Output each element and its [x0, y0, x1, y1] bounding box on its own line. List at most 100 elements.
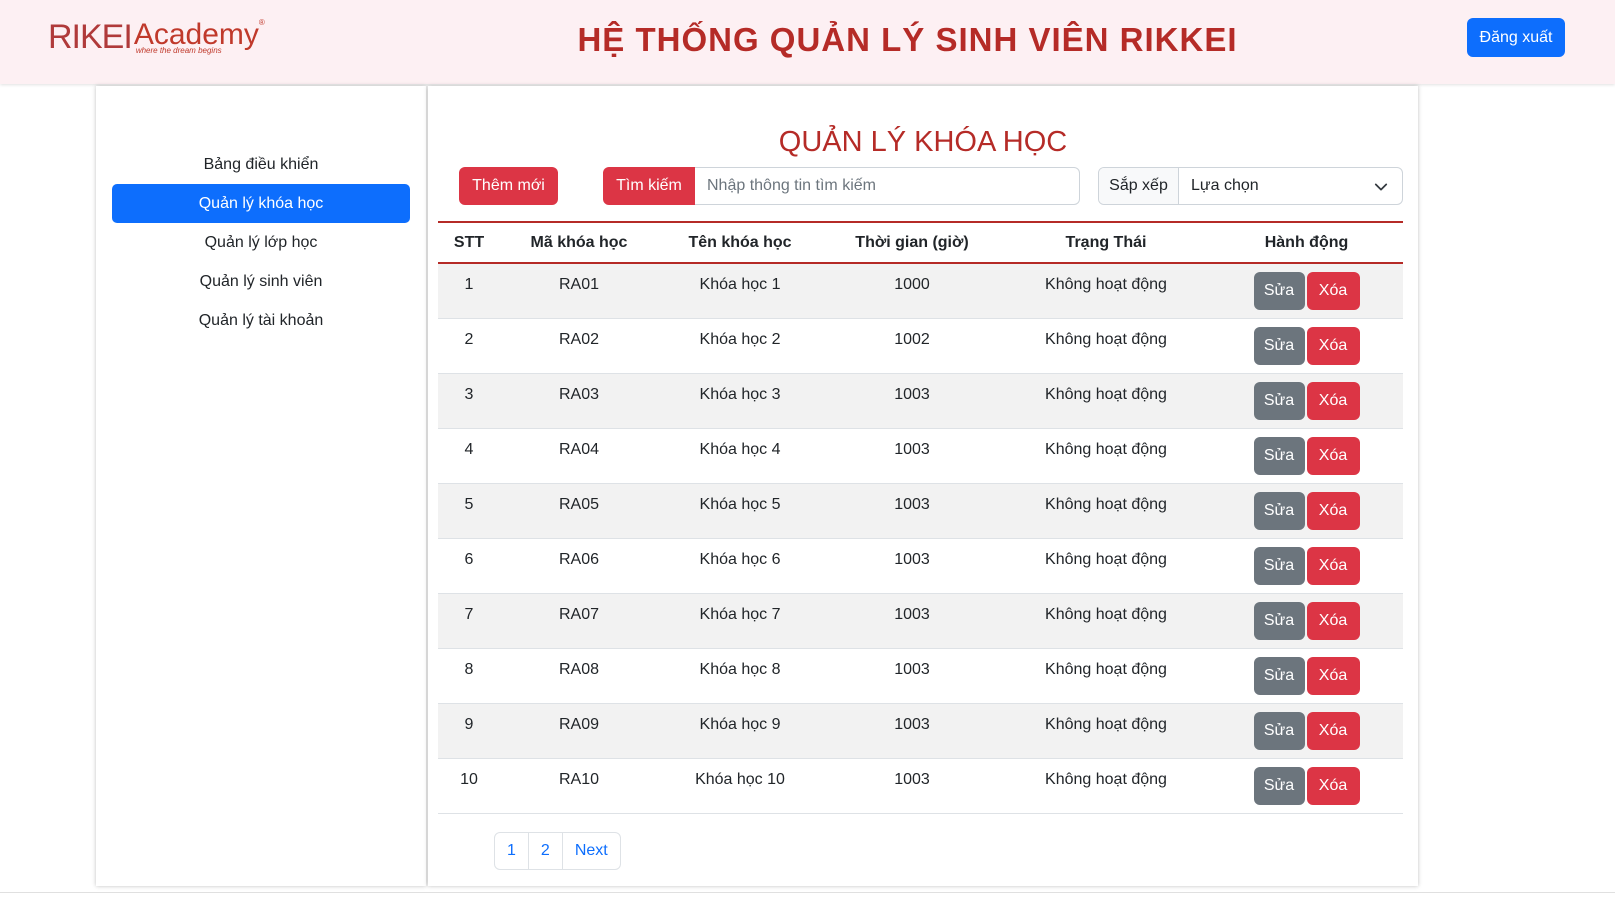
search-button[interactable]: Tìm kiếm [603, 167, 695, 205]
table-row: 4 RA04 Khóa học 4 1003 Không hoạt động Sửa Xóa [438, 428, 1403, 484]
cell-duration: 1003 [822, 703, 1002, 759]
table-header: STT Mã khóa học Tên khóa học Thời gian (… [438, 222, 1403, 263]
cell-stt: 10 [438, 758, 500, 814]
cell-status: Không hoạt động [1002, 703, 1210, 759]
cell-course-code: RA09 [500, 703, 658, 759]
cell-actions: Sửa Xóa [1210, 648, 1403, 704]
cell-status: Không hoạt động [1002, 758, 1210, 814]
cell-stt: 9 [438, 703, 500, 759]
footer-divider [0, 892, 1615, 893]
sidebar-item-courses[interactable]: Quản lý khóa học [112, 184, 410, 223]
edit-button[interactable]: Sửa [1253, 491, 1305, 530]
sidebar-item-dashboard[interactable]: Bảng điều khiển [112, 145, 410, 184]
cell-stt: 2 [438, 318, 500, 374]
table-body: 1 RA01 Khóa học 1 1000 Không hoạt động Sửa Xóa… [438, 263, 1403, 814]
delete-button[interactable]: Xóa [1306, 656, 1360, 695]
edit-button[interactable]: Sửa [1253, 381, 1305, 420]
cell-course-name: Khóa học 1 [658, 263, 822, 319]
delete-button[interactable]: Xóa [1306, 272, 1360, 310]
delete-button[interactable]: Xóa [1306, 711, 1360, 750]
delete-button[interactable]: Xóa [1306, 436, 1360, 475]
cell-duration: 1003 [822, 428, 1002, 484]
table-row: 9 RA09 Khóa học 9 1003 Không hoạt động Sửa Xóa [438, 703, 1403, 759]
cell-status: Không hoạt động [1002, 538, 1210, 594]
cell-course-code: RA07 [500, 593, 658, 649]
cell-stt: 1 [438, 263, 500, 319]
cell-duration: 1003 [822, 538, 1002, 594]
cell-actions: Sửa Xóa [1210, 428, 1403, 484]
cell-stt: 4 [438, 428, 500, 484]
edit-button[interactable]: Sửa [1253, 546, 1305, 585]
cell-course-code: RA06 [500, 538, 658, 594]
sort-label: Sắp xếp [1099, 168, 1179, 204]
edit-button[interactable]: Sửa [1253, 656, 1305, 695]
sidebar-item-students[interactable]: Quản lý sinh viên [112, 262, 410, 301]
delete-button[interactable]: Xóa [1306, 491, 1360, 530]
cell-course-name: Khóa học 10 [658, 758, 822, 814]
cell-course-name: Khóa học 9 [658, 703, 822, 759]
delete-button[interactable]: Xóa [1306, 381, 1360, 420]
cell-status: Không hoạt động [1002, 373, 1210, 429]
sidebar-item-accounts[interactable]: Quản lý tài khoản [112, 301, 410, 340]
cell-course-name: Khóa học 2 [658, 318, 822, 374]
cell-status: Không hoạt động [1002, 593, 1210, 649]
sidebar: Bảng điều khiển Quản lý khóa học Quản lý… [96, 86, 426, 886]
table-row: 8 RA08 Khóa học 8 1003 Không hoạt động Sửa Xóa [438, 648, 1403, 704]
table-row: 1 RA01 Khóa học 1 1000 Không hoạt động Sửa Xóa [438, 263, 1403, 319]
cell-actions: Sửa Xóa [1210, 703, 1403, 759]
delete-button[interactable]: Xóa [1306, 326, 1360, 365]
add-course-button[interactable]: Thêm mới [459, 167, 558, 205]
cell-actions: Sửa Xóa [1210, 483, 1403, 539]
cell-course-code: RA02 [500, 318, 658, 374]
cell-duration: 1003 [822, 593, 1002, 649]
cell-course-code: RA03 [500, 373, 658, 429]
cell-stt: 8 [438, 648, 500, 704]
sort-select[interactable]: Lựa chọn [1179, 168, 1402, 204]
cell-course-name: Khóa học 6 [658, 538, 822, 594]
search-group: Tìm kiếm [603, 167, 1080, 205]
delete-button[interactable]: Xóa [1306, 546, 1360, 585]
cell-course-code: RA04 [500, 428, 658, 484]
page-link-1[interactable]: 1 [494, 832, 529, 870]
cell-status: Không hoạt động [1002, 428, 1210, 484]
column-header-status: Trạng Thái [1065, 233, 1147, 251]
table-row: 2 RA02 Khóa học 2 1002 Không hoạt động Sửa Xóa [438, 318, 1403, 374]
edit-button[interactable]: Sửa [1253, 436, 1305, 475]
cell-actions: Sửa Xóa [1210, 263, 1403, 319]
page-title: QUẢN LÝ KHÓA HỌC [778, 126, 1068, 158]
cell-duration: 1000 [822, 263, 1002, 319]
cell-actions: Sửa Xóa [1210, 593, 1403, 649]
cell-status: Không hoạt động [1002, 318, 1210, 374]
sidebar-item-classes[interactable]: Quản lý lớp học [112, 223, 410, 262]
cell-actions: Sửa Xóa [1210, 758, 1403, 814]
logout-button[interactable]: Đăng xuất [1467, 18, 1565, 57]
delete-button[interactable]: Xóa [1306, 766, 1360, 805]
cell-stt: 6 [438, 538, 500, 594]
chevron-down-icon [1374, 168, 1388, 204]
edit-button[interactable]: Sửa [1253, 766, 1305, 805]
column-header-stt: STT [453, 233, 485, 251]
column-header-actions: Hành động [1264, 233, 1349, 251]
edit-button[interactable]: Sửa [1253, 272, 1305, 310]
cell-duration: 1003 [822, 373, 1002, 429]
edit-button[interactable]: Sửa [1253, 711, 1305, 750]
pagination: 1 2 Next [494, 832, 621, 870]
delete-button[interactable]: Xóa [1306, 601, 1360, 640]
cell-duration: 1003 [822, 758, 1002, 814]
app-title: HỆ THỐNG QUẢN LÝ SINH VIÊN RIKKEI [577, 21, 1238, 58]
next-page-link[interactable]: Next [561, 832, 621, 870]
cell-duration: 1003 [822, 483, 1002, 539]
page-link-2[interactable]: 2 [527, 832, 563, 870]
cell-course-code: RA01 [500, 263, 658, 319]
cell-course-name: Khóa học 5 [658, 483, 822, 539]
table-row: 6 RA06 Khóa học 6 1003 Không hoạt động Sửa Xóa [438, 538, 1403, 594]
courses-table: STT Mã khóa học Tên khóa học Thời gian (… [438, 221, 1403, 814]
edit-button[interactable]: Sửa [1253, 601, 1305, 640]
search-input[interactable] [695, 167, 1080, 205]
cell-course-name: Khóa học 7 [658, 593, 822, 649]
column-header-course-name: Tên khóa học [688, 233, 792, 251]
cell-course-code: RA10 [500, 758, 658, 814]
edit-button[interactable]: Sửa [1253, 326, 1305, 365]
cell-status: Không hoạt động [1002, 648, 1210, 704]
main-panel: QUẢN LÝ KHÓA HỌC Thêm mới Tìm kiếm Sắp x… [428, 86, 1418, 886]
